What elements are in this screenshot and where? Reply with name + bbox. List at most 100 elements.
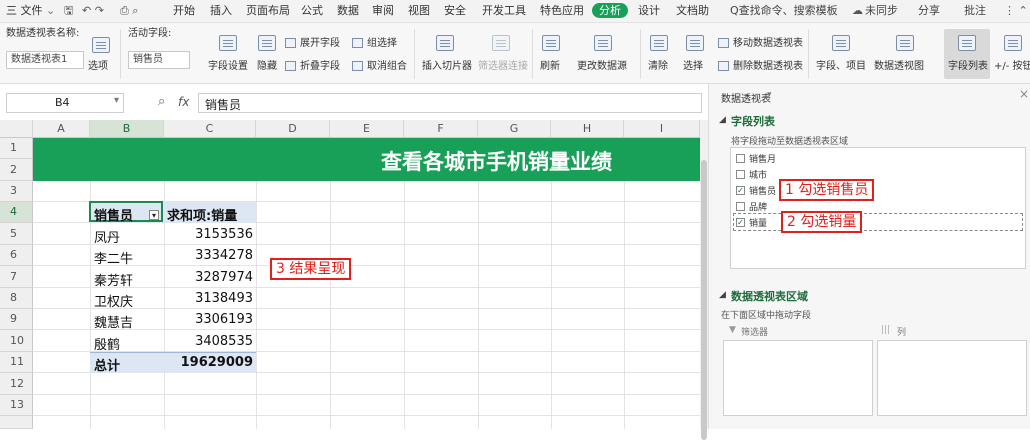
more-icon[interactable]: ⋮ ⌃ xyxy=(1004,4,1028,18)
fields-items-button[interactable]: 字段、项目 xyxy=(816,61,866,73)
ungroup-icon[interactable] xyxy=(352,61,363,71)
field-list-section-title[interactable]: 字段列表 xyxy=(731,113,775,129)
pivot-row-value[interactable]: 3287974 xyxy=(164,270,253,285)
move-pivot-button[interactable]: 移动数据透视表 xyxy=(733,38,803,50)
row-header-5[interactable]: 5 xyxy=(0,223,33,245)
insert-slicer-button[interactable]: 插入切片器 xyxy=(422,61,472,73)
spreadsheet-grid[interactable]: A B C D E F G H I 1 2 3 4 5 6 7 8 9 10 1… xyxy=(0,120,700,429)
filter-drop-zone[interactable] xyxy=(723,340,873,416)
change-source-icon[interactable] xyxy=(594,35,612,51)
chevron-down-icon[interactable]: ⌄ xyxy=(46,4,55,18)
pivot-total-label[interactable]: 总计 xyxy=(94,355,120,374)
menu-tab-analyze[interactable]: 分析 xyxy=(592,3,628,18)
row-header-1[interactable]: 1 xyxy=(0,138,33,159)
field-row-focus[interactable] xyxy=(733,213,1023,231)
save-icon[interactable]: 🖫 xyxy=(64,4,73,18)
row-header-3[interactable]: 3 xyxy=(0,181,33,202)
menu-tab-special[interactable]: 特色应用 xyxy=(540,4,584,18)
function-icon[interactable]: fx xyxy=(178,95,189,109)
pivot-options-icon[interactable] xyxy=(92,37,110,53)
menu-tab-doc-helper[interactable]: 文档助 xyxy=(676,4,709,18)
pivot-chart-button[interactable]: 数据透视图 xyxy=(874,61,924,73)
hide-button[interactable]: 隐藏 xyxy=(257,61,277,73)
menu-tab-security[interactable]: 安全 xyxy=(444,4,466,18)
row-header-7[interactable]: 7 xyxy=(0,266,33,288)
pivot-row-name[interactable]: 秦芳轩 xyxy=(94,270,133,289)
select-icon[interactable] xyxy=(686,35,704,51)
chevron-down-icon[interactable]: ▾ xyxy=(767,90,772,100)
slicer-icon[interactable] xyxy=(436,35,454,51)
field-checkbox[interactable] xyxy=(736,202,745,211)
row-header-14[interactable] xyxy=(0,416,33,429)
column-header-h[interactable]: H xyxy=(551,120,624,138)
pivot-row-name[interactable]: 卫权庆 xyxy=(94,291,133,310)
row-header-12[interactable]: 12 xyxy=(0,373,33,395)
column-header-a[interactable]: A xyxy=(33,120,90,138)
title-banner[interactable]: 查看各城市手机销量业绩 xyxy=(33,138,700,181)
field-checkbox-checked[interactable]: ✓ xyxy=(736,218,745,227)
print-icon[interactable]: ⎙ ⌕ xyxy=(120,4,138,18)
field-list-toggle[interactable]: 字段列表 xyxy=(944,29,990,79)
area-section-title[interactable]: 数据透视表区域 xyxy=(731,288,808,304)
field-label[interactable]: 品牌 xyxy=(749,200,767,213)
collapse-triangle-icon[interactable]: ◢ xyxy=(719,115,726,125)
field-label[interactable]: 销售月 xyxy=(749,152,776,165)
select-all-corner[interactable] xyxy=(0,120,33,138)
active-field-input[interactable]: 销售员 xyxy=(128,51,190,69)
menu-tab-developer[interactable]: 开发工具 xyxy=(482,4,526,18)
undo-redo-icon[interactable]: ↶ ↷ xyxy=(82,4,104,18)
field-label[interactable]: 销售员 xyxy=(749,184,776,197)
row-header-10[interactable]: 10 xyxy=(0,330,33,352)
field-checkbox-checked[interactable]: ✓ xyxy=(736,186,745,195)
field-settings-button[interactable]: 字段设置 xyxy=(208,61,248,73)
field-label[interactable]: 城市 xyxy=(749,168,767,181)
group-select-button[interactable]: 组选择 xyxy=(367,38,397,50)
row-header-11[interactable]: 11 xyxy=(0,352,33,373)
pivot-row-value[interactable]: 3408535 xyxy=(164,334,253,349)
column-header-e[interactable]: E xyxy=(330,120,404,138)
scrollbar-thumb[interactable] xyxy=(701,160,707,440)
menu-tab-page-layout[interactable]: 页面布局 xyxy=(246,4,290,18)
search-command-input[interactable]: Q查找命令、搜索模板 xyxy=(730,4,838,18)
panel-title[interactable]: 数据透视表 xyxy=(721,90,771,105)
name-box[interactable]: B4 ▾ xyxy=(6,93,124,113)
sync-status[interactable]: 未同步 xyxy=(865,4,898,18)
expand-field-button[interactable]: 展开字段 xyxy=(300,38,340,50)
clear-button[interactable]: 清除 xyxy=(648,61,668,73)
row-header-4[interactable]: 4 xyxy=(0,202,33,223)
hide-icon[interactable] xyxy=(258,35,276,51)
pivot-row-name[interactable]: 凤丹 xyxy=(94,227,120,246)
delete-pivot-button[interactable]: 删除数据透视表 xyxy=(733,61,803,73)
column-drop-zone[interactable] xyxy=(877,340,1027,416)
column-header-c[interactable]: C xyxy=(164,120,256,138)
menu-tab-view[interactable]: 视图 xyxy=(408,4,430,18)
expand-field-icon[interactable] xyxy=(285,38,296,48)
menu-tab-formula[interactable]: 公式 xyxy=(301,4,323,18)
column-header-i[interactable]: I xyxy=(624,120,700,138)
pivot-name-input[interactable]: 数据透视表1 xyxy=(6,51,84,69)
row-header-8[interactable]: 8 xyxy=(0,288,33,309)
menu-tab-home[interactable]: 开始 xyxy=(173,4,195,18)
field-checkbox[interactable] xyxy=(736,170,745,179)
column-header-f[interactable]: F xyxy=(404,120,478,138)
pivot-row-value[interactable]: 3138493 xyxy=(164,291,253,306)
row-header-2[interactable]: 2 xyxy=(0,159,33,181)
close-icon[interactable]: × xyxy=(1019,87,1029,101)
field-label[interactable]: 销量 xyxy=(749,216,767,229)
share-button[interactable]: 分享 xyxy=(918,4,940,18)
zoom-icon[interactable]: ⌕ xyxy=(158,94,165,109)
delete-pivot-icon[interactable] xyxy=(718,61,729,71)
collapse-triangle-icon[interactable]: ◢ xyxy=(719,290,726,300)
row-header-9[interactable]: 9 xyxy=(0,309,33,330)
ungroup-button[interactable]: 取消组合 xyxy=(367,61,407,73)
field-settings-icon[interactable] xyxy=(219,35,237,51)
plus-minus-button[interactable]: +/- 按钮 xyxy=(994,61,1030,73)
filter-dropdown-icon[interactable]: ▾ xyxy=(149,210,159,220)
pivot-row-name[interactable]: 魏慧吉 xyxy=(94,312,133,331)
pivot-row-name[interactable]: 李二牛 xyxy=(94,248,133,267)
menu-tab-insert[interactable]: 插入 xyxy=(210,4,232,18)
plus-minus-icon[interactable] xyxy=(1004,35,1022,51)
pivot-row-value[interactable]: 3334278 xyxy=(164,248,253,263)
vertical-scrollbar[interactable] xyxy=(700,120,708,440)
move-pivot-icon[interactable] xyxy=(718,38,729,48)
